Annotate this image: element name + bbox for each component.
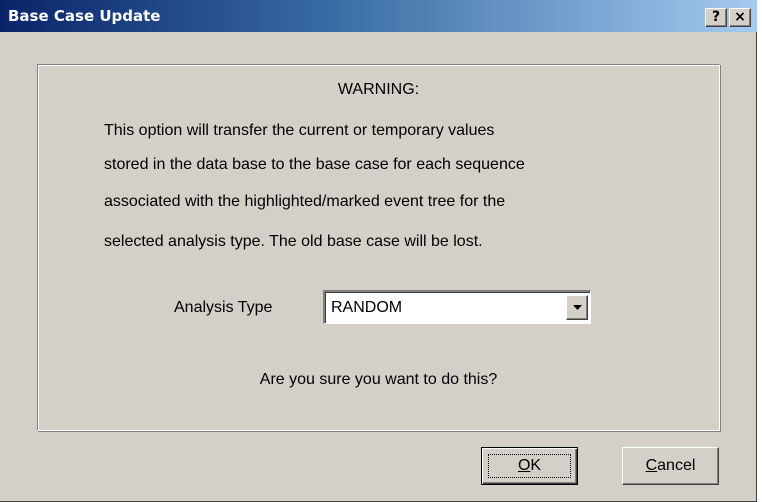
title-bar[interactable]: Base Case Update ? ×: [0, 0, 757, 32]
analysis-type-value: RANDOM: [331, 299, 403, 316]
ok-label-rest: K: [530, 457, 542, 474]
analysis-type-select[interactable]: RANDOM: [323, 290, 591, 324]
warning-title: WARNING:: [337, 81, 420, 98]
dialog-window: Base Case Update ? × WARNING: This optio…: [0, 0, 757, 502]
ok-button-label: OK: [518, 457, 541, 474]
confirm-question: Are you sure you want to do this?: [259, 371, 498, 388]
cancel-button-label: Cancel: [646, 457, 696, 474]
warning-message-line: selected analysis type. The old base cas…: [104, 233, 483, 250]
cancel-mnemonic: C: [645, 457, 658, 474]
ok-mnemonic: O: [517, 457, 531, 474]
analysis-type-label: Analysis Type: [174, 299, 273, 316]
chevron-down-icon: [573, 305, 582, 310]
ok-button[interactable]: OK: [481, 447, 578, 485]
help-button[interactable]: ?: [705, 8, 727, 27]
cancel-button[interactable]: Cancel: [622, 447, 719, 485]
dropdown-arrow-button[interactable]: [566, 295, 588, 320]
cancel-label-rest: ancel: [657, 457, 696, 474]
window-title: Base Case Update: [8, 7, 161, 25]
warning-message-line: stored in the data base to the base case…: [104, 156, 525, 173]
close-button[interactable]: ×: [729, 8, 751, 27]
warning-message-line: associated with the highlighted/marked e…: [104, 193, 506, 210]
warning-message-line: This option will transfer the current or…: [104, 122, 495, 139]
